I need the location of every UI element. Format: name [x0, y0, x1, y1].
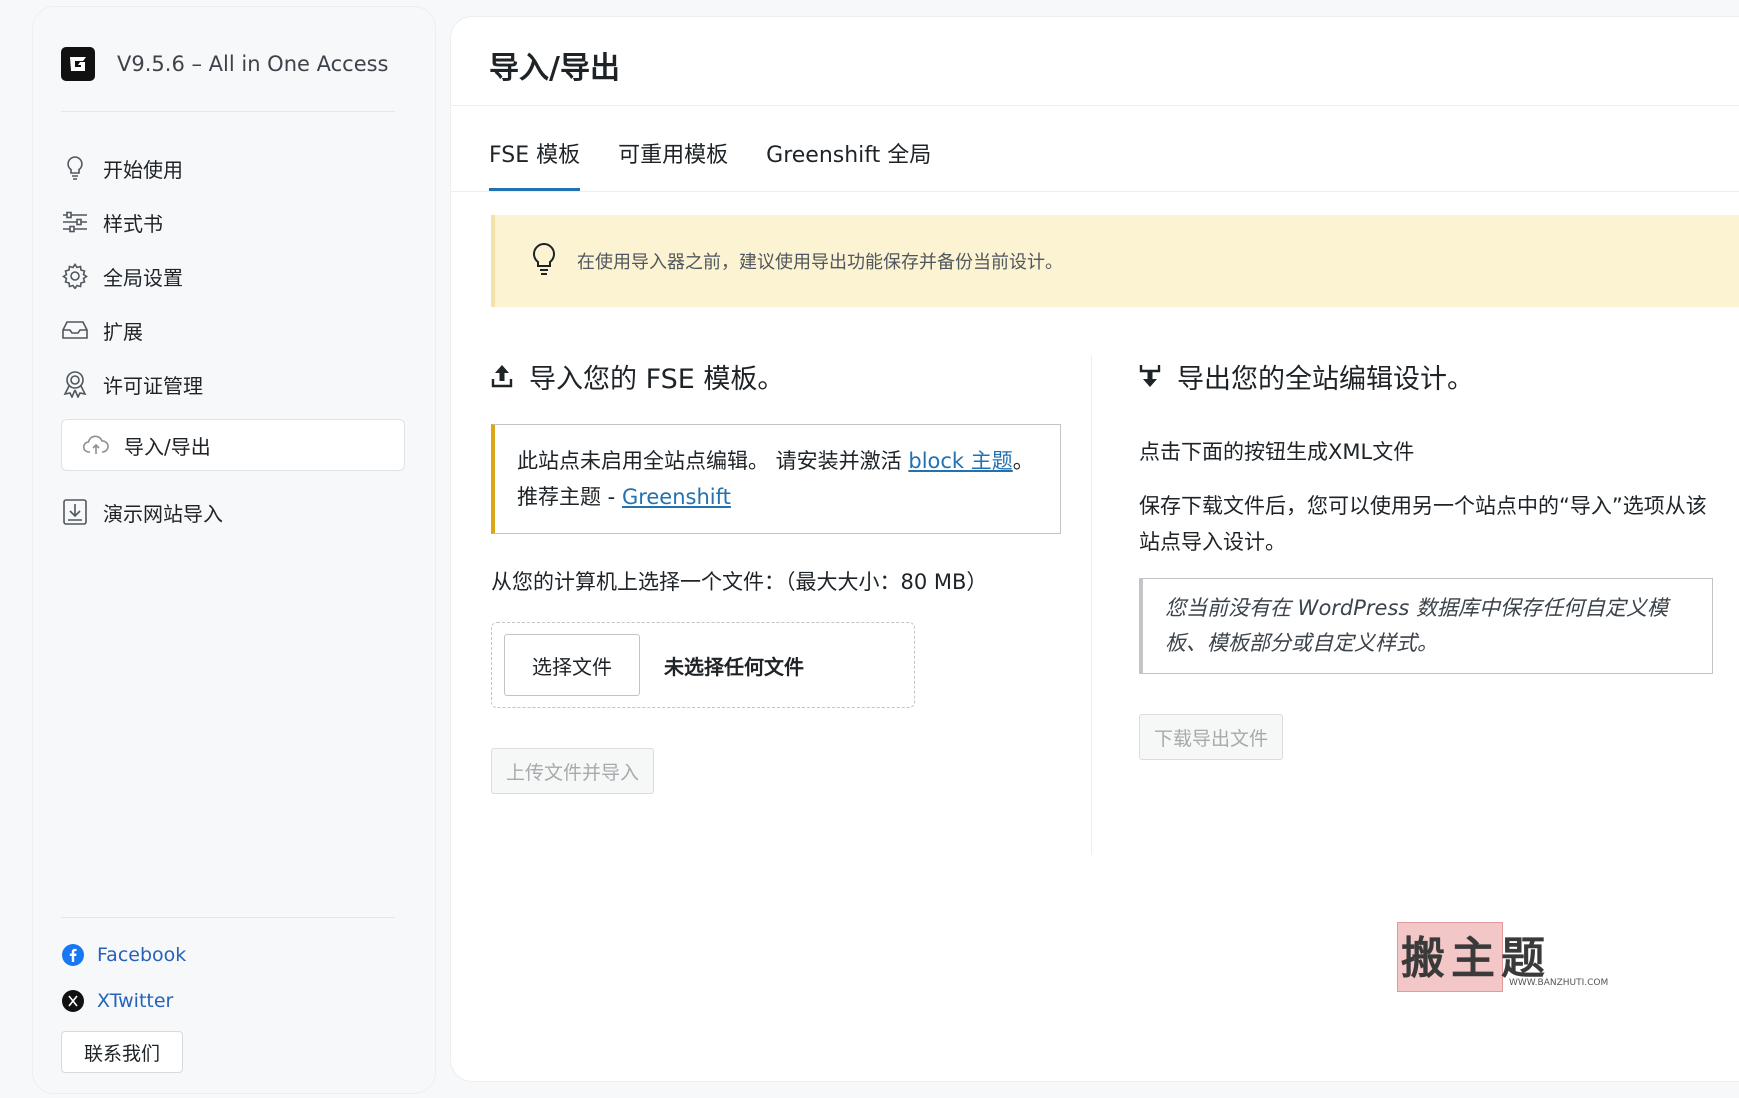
cloud-upload-icon	[82, 431, 110, 459]
lightbulb-icon	[531, 242, 557, 280]
no-custom-templates-note: 您当前没有在 WordPress 数据库中保存任何自定义模板、模板部分或自定义样…	[1139, 578, 1713, 674]
sidebar-item-label: 扩展	[103, 319, 143, 344]
notice-text: 在使用导入器之前，建议使用导出功能保存并备份当前设计。	[577, 252, 1063, 273]
import-section: 导入您的 FSE 模板。 此站点未启用全站点编辑。 请安装并激活 block 主…	[491, 357, 1061, 794]
no-file-selected-text: 未选择任何文件	[664, 654, 804, 679]
sidebar-item-label: 开始使用	[103, 157, 183, 182]
divider	[451, 191, 1739, 192]
banzhuti-watermark: 搬主题 WWW.BANZHUTI.COM	[1397, 922, 1625, 994]
sidebar-item-label: 全局设置	[103, 265, 183, 290]
tab-fse-templates[interactable]: FSE 模板	[489, 121, 581, 191]
block-theme-link[interactable]: block 主题	[908, 449, 1012, 473]
tab-greenshift-global[interactable]: Greenshift 全局	[766, 121, 931, 191]
tab-reusable-templates[interactable]: 可重用模板	[618, 121, 728, 191]
sidebar-item-license[interactable]: 许可证管理	[61, 357, 405, 411]
export-download-icon	[1139, 363, 1163, 391]
sidebar-item-global-settings[interactable]: 全局设置	[61, 249, 405, 303]
sidebar-nav: 开始使用 样式书 全局设置 扩展 许可证管理 导入/导出 演示网站导入	[61, 141, 405, 539]
inbox-icon	[61, 316, 89, 344]
sidebar-item-demo-import[interactable]: 演示网站导入	[61, 485, 405, 539]
export-section: 导出您的全站编辑设计。 点击下面的按钮生成XML文件 保存下载文件后，您可以使用…	[1139, 357, 1713, 760]
file-input: 选择文件 未选择任何文件	[491, 622, 915, 708]
sidebar-item-extensions[interactable]: 扩展	[61, 303, 405, 357]
notice-banner: 在使用导入器之前，建议使用导出功能保存并备份当前设计。	[491, 215, 1739, 307]
upload-icon	[491, 363, 515, 391]
sidebar-item-get-started[interactable]: 开始使用	[61, 141, 405, 195]
import-title-row: 导入您的 FSE 模板。	[491, 357, 1061, 396]
twitter-link[interactable]: XTwitter	[61, 989, 173, 1013]
sidebar-item-label: 许可证管理	[103, 373, 203, 398]
column-divider	[1091, 355, 1092, 855]
facebook-link[interactable]: Facebook	[61, 943, 186, 967]
watermark-url: WWW.BANZHUTI.COM	[1509, 978, 1609, 988]
download-icon	[61, 498, 89, 526]
brand-title: V9.5.6 – All in One Access	[117, 52, 389, 76]
tab-bar: FSE 模板 可重用模板 Greenshift 全局	[489, 121, 969, 191]
sidebar-item-import-export[interactable]: 导入/导出	[61, 419, 405, 471]
greenshift-logo-icon	[61, 47, 95, 81]
sidebar-item-stylebook[interactable]: 样式书	[61, 195, 405, 249]
sliders-icon	[61, 208, 89, 236]
divider	[61, 111, 395, 112]
watermark-text: 搬主题	[1401, 933, 1551, 984]
export-desc-2: 保存下载文件后，您可以使用另一个站点中的“导入”选项从该站点导入设计。	[1139, 494, 1707, 554]
choose-file-button[interactable]: 选择文件	[504, 634, 640, 696]
fse-warning-box: 此站点未启用全站点编辑。 请安装并激活 block 主题。 推荐主题 - Gre…	[491, 424, 1061, 534]
import-title: 导入您的 FSE 模板。	[529, 364, 785, 395]
download-export-button[interactable]: 下载导出文件	[1139, 714, 1284, 760]
warning-text: 此站点未启用全站点编辑。 请安装并激活	[517, 449, 909, 473]
sidebar-item-label: 演示网站导入	[103, 501, 223, 526]
file-select-label: 从您的计算机上选择一个文件：（最大大小：80 MB）	[491, 570, 988, 594]
twitter-label: XTwitter	[97, 990, 174, 1012]
brand: V9.5.6 – All in One Access	[61, 47, 389, 81]
export-desc-1: 点击下面的按钮生成XML文件	[1139, 440, 1415, 464]
upload-and-import-button[interactable]: 上传文件并导入	[491, 748, 655, 794]
page-title: 导入/导出	[489, 51, 620, 86]
lightbulb-icon	[61, 154, 89, 182]
divider	[61, 917, 395, 918]
export-title: 导出您的全站编辑设计。	[1177, 364, 1474, 395]
sidebar-item-label: 样式书	[103, 211, 163, 236]
facebook-label: Facebook	[97, 944, 187, 966]
sidebar: V9.5.6 – All in One Access 开始使用 样式书 全局设置	[32, 6, 436, 1094]
sidebar-item-label: 导入/导出	[124, 434, 211, 459]
divider	[451, 105, 1739, 106]
x-twitter-icon	[61, 989, 85, 1013]
greenshift-link[interactable]: Greenshift	[622, 485, 731, 509]
export-title-row: 导出您的全站编辑设计。	[1139, 357, 1713, 396]
gear-icon	[61, 262, 89, 290]
award-icon	[61, 370, 89, 398]
facebook-icon	[61, 943, 85, 967]
contact-us-button[interactable]: 联系我们	[61, 1031, 183, 1073]
